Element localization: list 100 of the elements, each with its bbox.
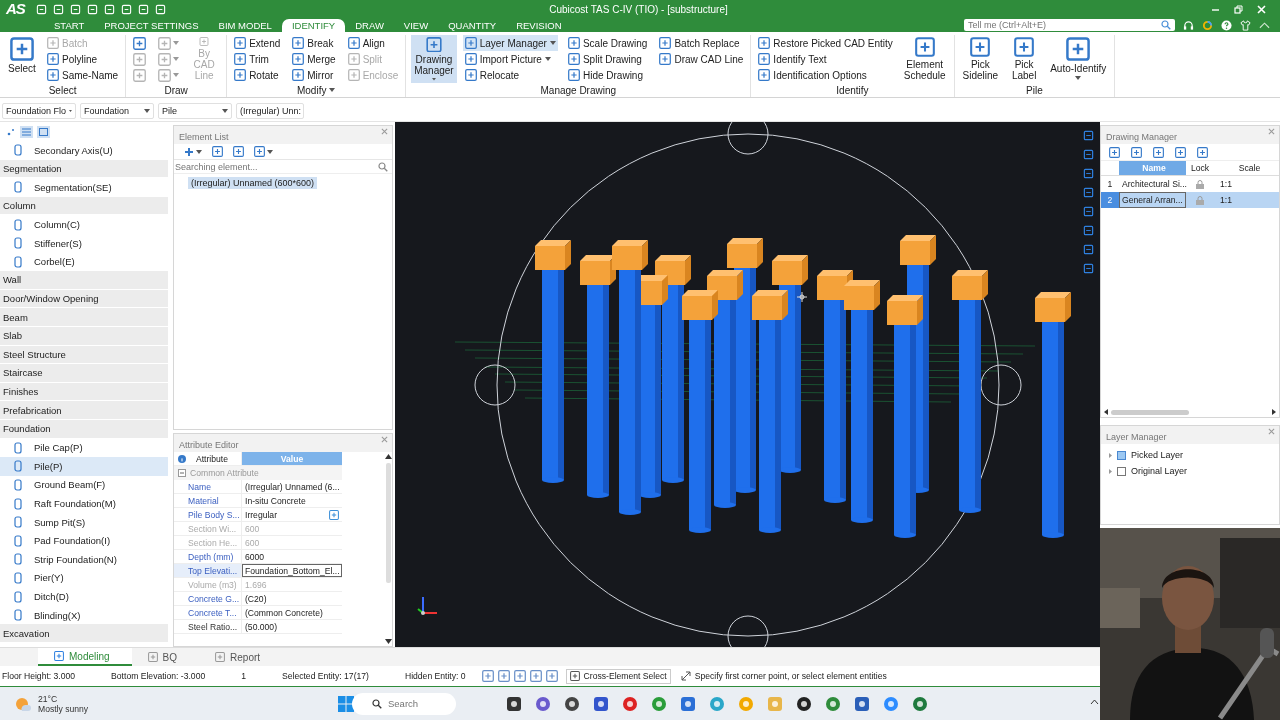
nav-item[interactable]: Strip Foundation(N): [0, 550, 168, 569]
nav-item[interactable]: Ground Beam(F): [0, 475, 168, 495]
nav-item[interactable]: Blinding(X): [0, 605, 168, 625]
element-item[interactable]: (Irregular) Unnamed (600*600): [188, 177, 318, 189]
attribute-name: Section He...: [174, 536, 242, 549]
bottom-tab[interactable]: BQ: [131, 648, 200, 666]
nav-item[interactable]: Column(C): [0, 215, 168, 234]
ribbon-button[interactable]: Merge: [290, 51, 338, 67]
row-number: 2: [1101, 192, 1119, 208]
ribbon-button[interactable]: Split Drawing: [565, 51, 650, 67]
nav-item[interactable]: Corbel(E): [0, 252, 168, 272]
ribbon-button[interactable]: Element Schedule: [900, 35, 949, 83]
attribute-name: Material: [174, 494, 242, 507]
ribbon-button[interactable]: Import Picture: [462, 51, 558, 67]
status-text: Bottom Elevation: -3.000: [111, 671, 206, 681]
ribbon-button[interactable]: Select: [5, 35, 39, 83]
panel-title: Layer Manager: [1106, 432, 1167, 442]
ribbon-tab[interactable]: VIEW: [393, 18, 439, 32]
ribbon-tab[interactable]: BIM MODEL: [208, 18, 282, 32]
dropdown[interactable]: Pile: [158, 102, 232, 119]
ribbon-button[interactable]: Identify Text: [756, 51, 895, 67]
attribute-name: Section Wi...: [174, 522, 242, 535]
ribbon-tab[interactable]: DRAW: [345, 18, 394, 32]
cross-element-select-button[interactable]: Cross-Element Select: [565, 668, 671, 684]
dropdown[interactable]: Foundation Flo: [2, 102, 76, 119]
nav-item[interactable]: Sump Pit(S): [0, 512, 168, 532]
ribbon-button[interactable]: Draw CAD Line: [657, 51, 746, 67]
nav-item[interactable]: Pile Cap(P): [0, 438, 168, 458]
attribute-value[interactable]: (C20): [242, 592, 342, 605]
ribbon-button[interactable]: Batch Replace: [657, 35, 746, 51]
table-cell-text: 1:1: [1219, 195, 1233, 205]
attribute-value[interactable]: (50.000): [242, 620, 342, 633]
ribbon-button[interactable]: Extend: [232, 35, 283, 51]
attribute-value[interactable]: (Common Concrete): [242, 606, 342, 619]
attribute-name: Depth (mm): [174, 550, 242, 563]
attribute-value[interactable]: Foundation_Bottom_El...: [242, 564, 342, 577]
search-field[interactable]: Search: [352, 692, 456, 715]
nav-item[interactable]: Pile(P): [0, 457, 168, 476]
nav-item[interactable]: Pad Foundation(I): [0, 531, 168, 551]
ribbon-button[interactable]: Trim: [232, 51, 283, 67]
status-text: Hidden Entity: 0: [404, 671, 466, 681]
ribbon-tab[interactable]: REVISION: [506, 18, 572, 32]
nav-item[interactable]: Raft Foundation(M): [0, 494, 168, 513]
nav-item[interactable]: Stiffener(S): [0, 233, 168, 253]
table-cell-text: 1:1: [1219, 179, 1233, 189]
status-text: 1: [241, 671, 246, 681]
column-header: Value: [242, 452, 342, 465]
ribbon-button[interactable]: Drawing Manager: [411, 35, 457, 83]
ribbon-button[interactable]: Relocate: [462, 67, 558, 83]
ribbon-tab[interactable]: PROJECT SETTINGS: [94, 18, 209, 32]
ribbon-button[interactable]: Layer Manager: [462, 35, 558, 51]
attribute-value[interactable]: (Irregular) Unnamed (6...: [242, 480, 342, 493]
attribute-name: Concrete T...: [174, 606, 242, 619]
ribbon-button[interactable]: Auto-Identify: [1047, 35, 1110, 83]
ribbon-button[interactable]: Pick Label: [1007, 35, 1042, 83]
nav-item[interactable]: Secondary Axis(U): [0, 141, 168, 160]
ribbon-button[interactable]: Mirror: [290, 67, 338, 83]
ribbon-button[interactable]: Scale Drawing: [565, 35, 650, 51]
dropdown[interactable]: (Irregular) Unn:: [236, 102, 304, 119]
dropdown[interactable]: Foundation: [80, 102, 154, 119]
ribbon-button[interactable]: Restore Picked CAD Entity: [756, 35, 895, 51]
nav-item[interactable]: Ditch(D): [0, 587, 168, 606]
panel-title: Attribute Editor: [179, 440, 239, 450]
category-header[interactable]: Segmentation: [0, 159, 168, 179]
ribbon-tab[interactable]: START: [44, 18, 95, 32]
panel-title: Drawing Manager: [1106, 132, 1178, 142]
category-header[interactable]: Staircase: [0, 364, 168, 383]
column-header: Name: [1119, 161, 1186, 175]
panel-title: Element List: [179, 132, 229, 142]
column-header: Lock: [1189, 163, 1211, 173]
ribbon-tab[interactable]: QUANTITY: [438, 18, 507, 32]
ribbon-button[interactable]: Hide Drawing: [565, 67, 650, 83]
category-header[interactable]: Beam: [0, 308, 168, 327]
category-header[interactable]: Wall: [0, 271, 168, 290]
ribbon-button[interactable]: Pick Sideline: [959, 35, 1002, 83]
table-row[interactable]: 1 Architectural Si... 1:1: [1101, 176, 1279, 192]
bottom-tab[interactable]: Modeling: [38, 648, 132, 666]
ribbon-button[interactable]: Same-Name: [45, 67, 121, 83]
ribbon-button[interactable]: Rotate: [232, 67, 283, 83]
status-text: Selected Entity: 17(17): [282, 671, 369, 681]
category-header[interactable]: Prefabrication: [0, 401, 168, 420]
ribbon-button[interactable]: Polyline: [45, 51, 121, 67]
bottom-tab[interactable]: Report: [199, 648, 283, 666]
group-label: Manage Drawing: [540, 84, 617, 96]
nav-item[interactable]: Segmentation(SE): [0, 178, 168, 197]
table-row[interactable]: 2 General Arran... 1:1: [1101, 192, 1279, 208]
attribute-name: Concrete G...: [174, 592, 242, 605]
ribbon-tab[interactable]: IDENTIFY: [281, 18, 346, 32]
category-header[interactable]: Column: [0, 196, 168, 216]
search-field[interactable]: Tell me (Ctrl+Alt+E): [964, 19, 1175, 31]
ribbon-button[interactable]: Align: [345, 35, 401, 51]
ribbon-button[interactable]: Break: [290, 35, 338, 51]
attribute-value[interactable]: 6000: [242, 550, 342, 563]
nav-item[interactable]: Pier(Y): [0, 568, 168, 588]
category-header[interactable]: Excavation: [0, 624, 168, 644]
attribute-value[interactable]: Irregular: [242, 508, 342, 521]
table-cell: General Arran...: [1119, 192, 1186, 208]
ribbon-button[interactable]: Identification Options: [756, 67, 895, 83]
attribute-value[interactable]: In-situ Concrete: [242, 494, 342, 507]
group-label: Pile: [1026, 84, 1043, 96]
